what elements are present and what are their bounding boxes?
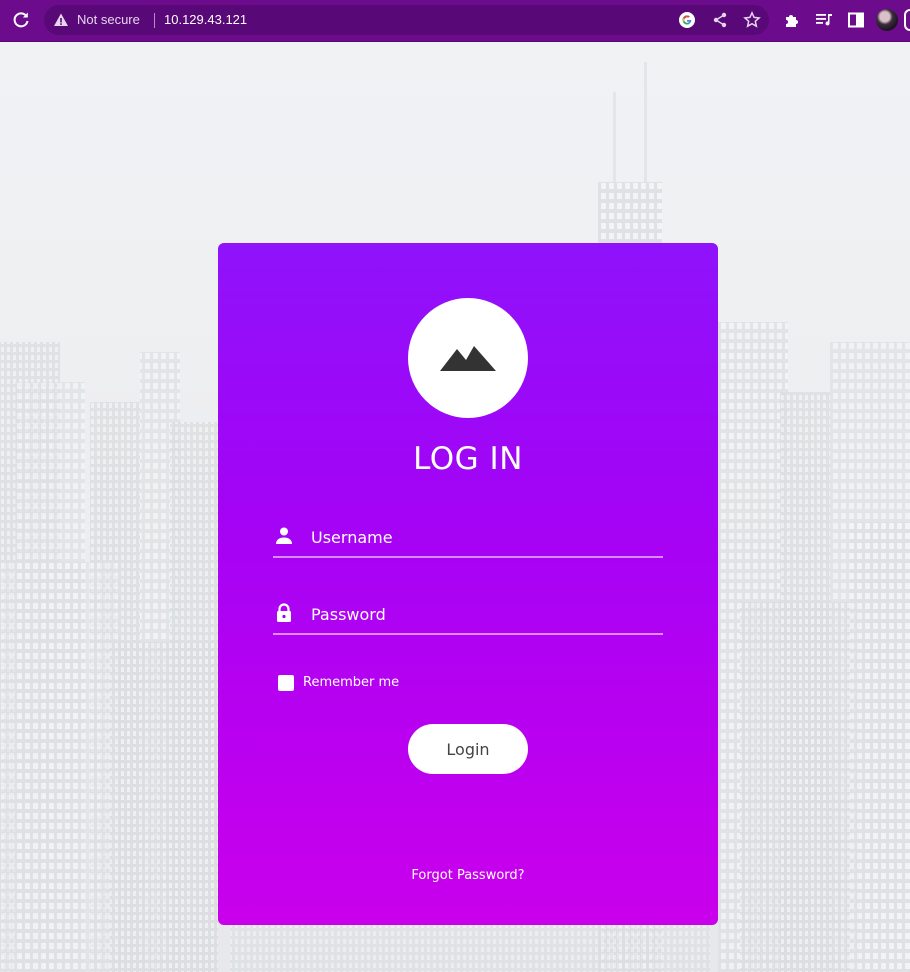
- username-input[interactable]: [309, 522, 653, 552]
- sidepanel-icon[interactable]: [847, 11, 865, 29]
- logo-circle: [408, 298, 528, 418]
- remember-checkbox[interactable]: [278, 675, 294, 691]
- login-button[interactable]: Login: [408, 724, 528, 774]
- username-field[interactable]: [273, 516, 663, 558]
- browser-toolbar: Not secure 10.129.43.121: [0, 0, 910, 42]
- page-title: LOG IN: [413, 441, 523, 477]
- reload-icon[interactable]: [11, 10, 31, 30]
- forgot-password-link[interactable]: Forgot Password?: [218, 868, 718, 883]
- extensions-icon[interactable]: [783, 11, 801, 29]
- lock-icon: [277, 603, 291, 622]
- user-icon: [276, 527, 292, 544]
- menu-edge[interactable]: [904, 9, 910, 31]
- login-card: LOG IN Remember me Login Forgot Password…: [218, 243, 718, 925]
- warning-icon[interactable]: [53, 12, 69, 28]
- remember-label[interactable]: Remember me: [303, 675, 399, 690]
- mountain-icon: [440, 346, 496, 371]
- password-input[interactable]: [309, 599, 653, 629]
- google-icon[interactable]: [678, 11, 696, 29]
- profile-avatar[interactable]: [876, 9, 898, 31]
- address-bar[interactable]: Not secure 10.129.43.121: [44, 5, 769, 35]
- password-field[interactable]: [273, 593, 663, 635]
- share-icon[interactable]: [711, 11, 729, 29]
- media-icon[interactable]: [815, 11, 833, 29]
- divider: [154, 13, 155, 28]
- url-text[interactable]: 10.129.43.121: [164, 12, 247, 27]
- security-status[interactable]: Not secure: [77, 12, 140, 27]
- star-icon[interactable]: [743, 11, 761, 29]
